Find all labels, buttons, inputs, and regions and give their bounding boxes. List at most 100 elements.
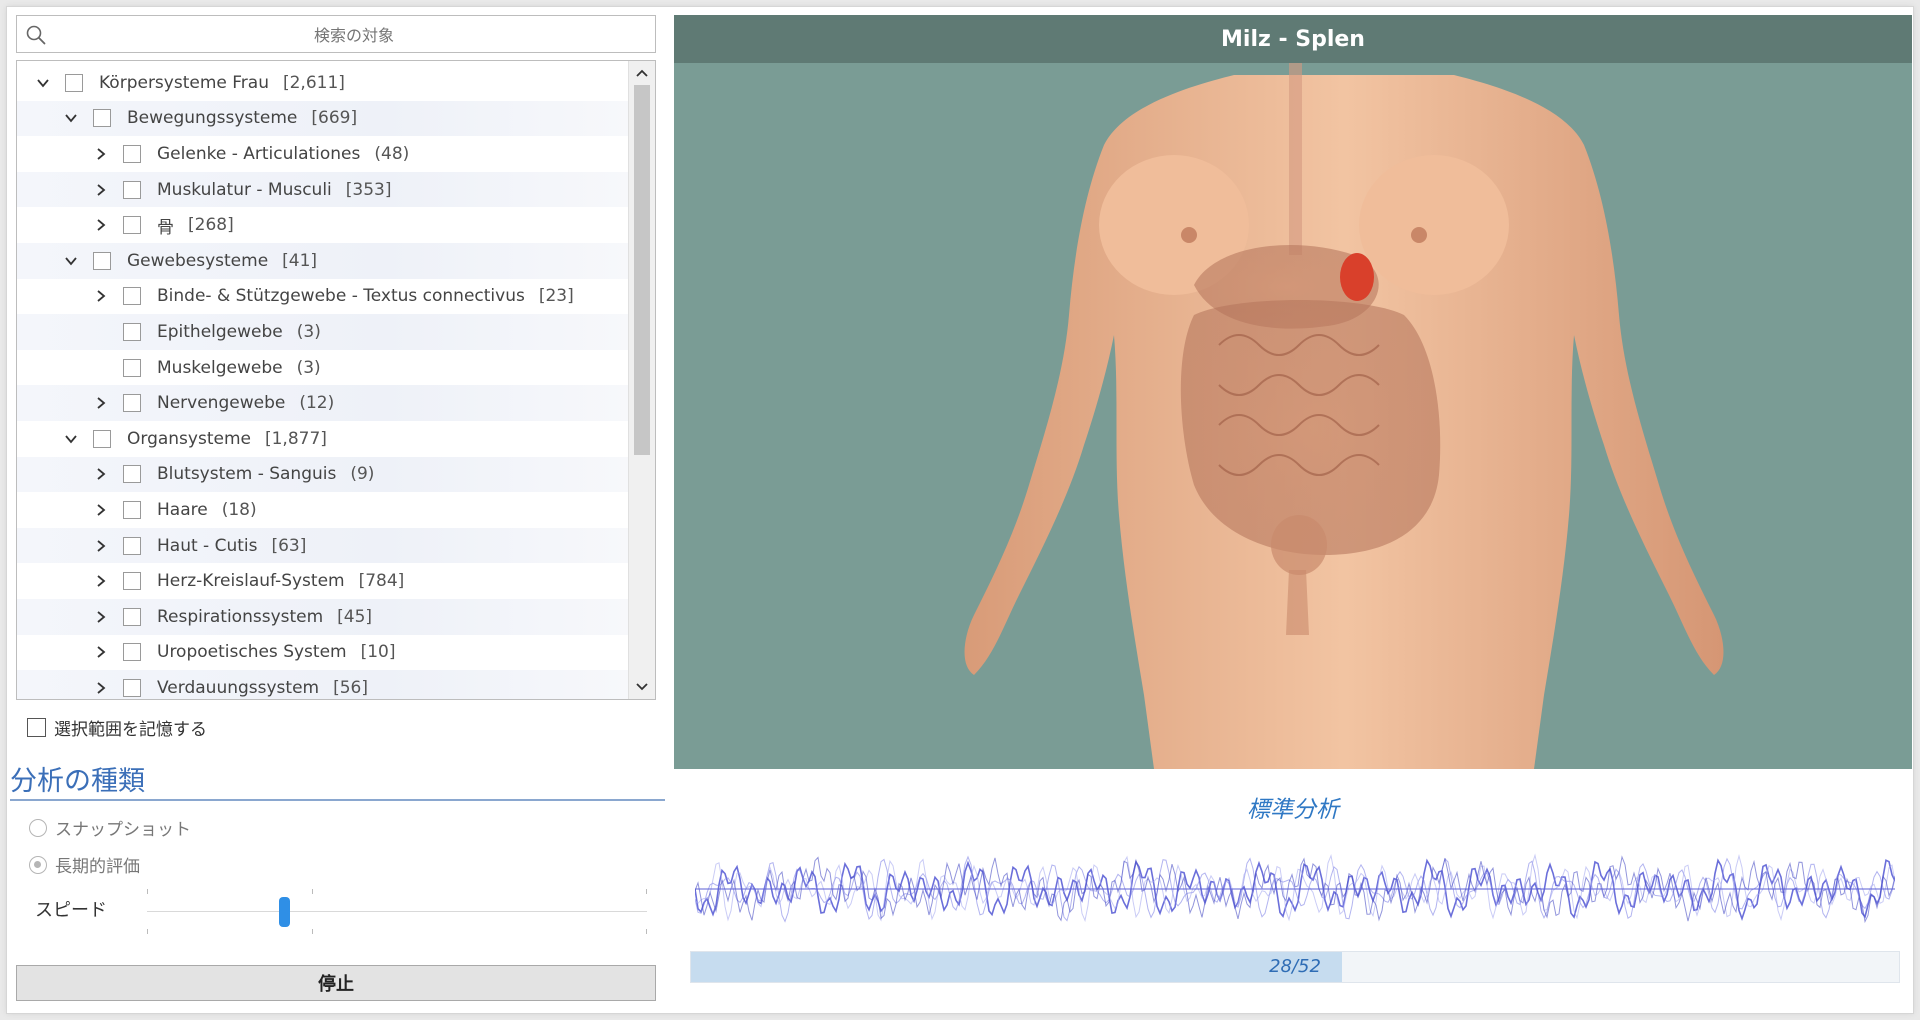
scrollbar-thumb[interactable] bbox=[634, 85, 650, 455]
chevron-right-icon[interactable] bbox=[93, 466, 109, 482]
tree-row[interactable]: Nervengewebe (12) bbox=[17, 385, 629, 421]
tree-checkbox[interactable] bbox=[93, 251, 111, 270]
chevron-right-icon[interactable] bbox=[93, 146, 109, 162]
tree-checkbox[interactable] bbox=[123, 465, 141, 484]
tree-row[interactable]: Gelenke - Articulationes (48) bbox=[17, 136, 629, 172]
tree-row[interactable]: Verdauungssystem [56] bbox=[17, 670, 629, 699]
slider-tick bbox=[147, 889, 148, 894]
chevron-right-icon[interactable] bbox=[93, 644, 109, 660]
chevron-down-icon[interactable] bbox=[63, 110, 79, 126]
tree-row-label: Gelenke - Articulationes bbox=[157, 143, 361, 164]
tree-checkbox[interactable] bbox=[93, 429, 111, 448]
tree-checkbox[interactable] bbox=[123, 216, 141, 235]
search-box[interactable] bbox=[16, 15, 656, 53]
tree-row-count: [2,611] bbox=[282, 72, 345, 93]
slider-tick bbox=[147, 929, 148, 934]
spleen-highlight bbox=[1340, 253, 1374, 301]
anatomy-viewer[interactable]: Milz - Splen bbox=[674, 15, 1912, 769]
tree-checkbox[interactable] bbox=[123, 607, 141, 626]
tree-row[interactable]: Herz-Kreislauf-System [784] bbox=[17, 563, 629, 599]
tree-row[interactable]: Uropoetisches System [10] bbox=[17, 635, 629, 671]
tree-checkbox[interactable] bbox=[123, 144, 141, 163]
tree-checkbox[interactable] bbox=[123, 572, 141, 591]
tree-row-count: [56] bbox=[333, 677, 369, 698]
speed-label: スピード bbox=[35, 900, 107, 921]
body-model-image bbox=[964, 55, 1724, 769]
tree-row-label: Herz-Kreislauf-System bbox=[157, 571, 345, 592]
chevron-right-icon[interactable] bbox=[93, 217, 109, 233]
section-divider bbox=[10, 799, 665, 801]
radio-long-term-button[interactable] bbox=[29, 855, 47, 874]
chevron-right-icon[interactable] bbox=[93, 680, 109, 696]
tree-rows: Körpersysteme Frau [2,611] Bewegungssystem… bbox=[17, 65, 629, 699]
chevron-right-icon[interactable] bbox=[93, 538, 109, 554]
tree-row[interactable]: Körpersysteme Frau [2,611] bbox=[17, 65, 629, 101]
tree-row[interactable]: Haare (18) bbox=[17, 492, 629, 528]
radio-snapshot-button[interactable] bbox=[29, 818, 47, 837]
remember-selection-checkbox[interactable] bbox=[27, 718, 46, 737]
search-input[interactable] bbox=[57, 20, 651, 50]
tree-checkbox[interactable] bbox=[123, 358, 141, 377]
tree-checkbox[interactable] bbox=[123, 643, 141, 662]
tree-row[interactable]: Binde- & Stützgewebe - Textus connectivu… bbox=[17, 279, 629, 315]
tree-checkbox[interactable] bbox=[93, 109, 111, 128]
tree-row[interactable]: Respirationssystem [45] bbox=[17, 598, 629, 635]
remember-selection-toggle[interactable]: 選択範囲を記憶する bbox=[27, 715, 207, 740]
tree-checkbox[interactable] bbox=[123, 322, 141, 341]
chevron-right-icon[interactable] bbox=[93, 609, 109, 625]
tree-row-count: (9) bbox=[350, 464, 375, 485]
tree-row-label: Blutsystem - Sanguis bbox=[157, 464, 337, 485]
radio-snapshot[interactable]: スナップショット bbox=[29, 815, 191, 840]
chevron-right-icon[interactable] bbox=[93, 395, 109, 411]
tree-row[interactable]: Epithelgewebe (3) bbox=[17, 314, 629, 350]
scroll-up-icon[interactable] bbox=[634, 65, 650, 81]
chevron-right-icon[interactable] bbox=[93, 573, 109, 589]
tree-checkbox[interactable] bbox=[123, 180, 141, 199]
stop-button[interactable]: 停止 bbox=[16, 965, 656, 1001]
tree-checkbox[interactable] bbox=[123, 500, 141, 519]
tree-checkbox[interactable] bbox=[123, 394, 141, 413]
tree-scrollbar[interactable] bbox=[628, 61, 655, 699]
tree-row[interactable]: 骨 [268] bbox=[17, 207, 629, 243]
chevron-down-icon[interactable] bbox=[63, 431, 79, 447]
analysis-type-heading: 分析の種類 bbox=[10, 766, 145, 797]
chevron-right-icon[interactable] bbox=[93, 182, 109, 198]
tree-checkbox[interactable] bbox=[123, 536, 141, 555]
tree-checkbox[interactable] bbox=[65, 73, 83, 92]
tree-row[interactable]: Haut - Cutis [63] bbox=[17, 527, 629, 564]
chevron-down-icon[interactable] bbox=[63, 253, 79, 269]
tree-row[interactable]: Muskelgewebe (3) bbox=[17, 350, 629, 386]
scroll-down-icon[interactable] bbox=[634, 679, 650, 695]
chevron-right-icon[interactable] bbox=[93, 288, 109, 304]
tree-checkbox[interactable] bbox=[123, 287, 141, 306]
chevron-down-icon[interactable] bbox=[35, 75, 51, 91]
tree-row[interactable]: Blutsystem - Sanguis (9) bbox=[17, 456, 629, 493]
radio-long-term[interactable]: 長期的評価 bbox=[29, 852, 140, 877]
tree-row-label: Epithelgewebe bbox=[157, 321, 283, 342]
tree-row-label: Haare bbox=[157, 499, 208, 520]
radio-snapshot-label: スナップショット bbox=[55, 820, 191, 840]
tree-row[interactable]: Muskulatur - Musculi [353] bbox=[17, 171, 629, 208]
slider-tick bbox=[646, 889, 647, 894]
tree-row-count: (18) bbox=[221, 499, 257, 520]
tree-row-count: [10] bbox=[360, 642, 396, 663]
chevron-right-icon[interactable] bbox=[93, 502, 109, 518]
speed-slider[interactable] bbox=[147, 887, 647, 935]
progress-label: 28/52 bbox=[1269, 956, 1321, 977]
viewer-title: Milz - Splen bbox=[674, 15, 1912, 63]
tree-row-count: (12) bbox=[299, 393, 335, 414]
tree-row-label: Muskulatur - Musculi bbox=[157, 179, 332, 200]
tree-row[interactable]: Gewebesysteme [41] bbox=[17, 242, 629, 279]
app-window: Körpersysteme Frau [2,611] Bewegungssystem… bbox=[6, 6, 1914, 1014]
tree-row[interactable]: Bewegungssysteme [669] bbox=[17, 100, 629, 137]
tree-row[interactable]: Organsysteme [1,877] bbox=[17, 421, 629, 457]
body-system-tree[interactable]: Körpersysteme Frau [2,611] Bewegungssystem… bbox=[16, 60, 656, 700]
slider-thumb[interactable] bbox=[279, 897, 290, 927]
tree-checkbox[interactable] bbox=[123, 678, 141, 697]
tree-row-count: [669] bbox=[311, 108, 358, 129]
slider-tick bbox=[312, 929, 313, 934]
tree-row-count: [63] bbox=[271, 535, 307, 556]
tree-row-count: [353] bbox=[345, 179, 392, 200]
